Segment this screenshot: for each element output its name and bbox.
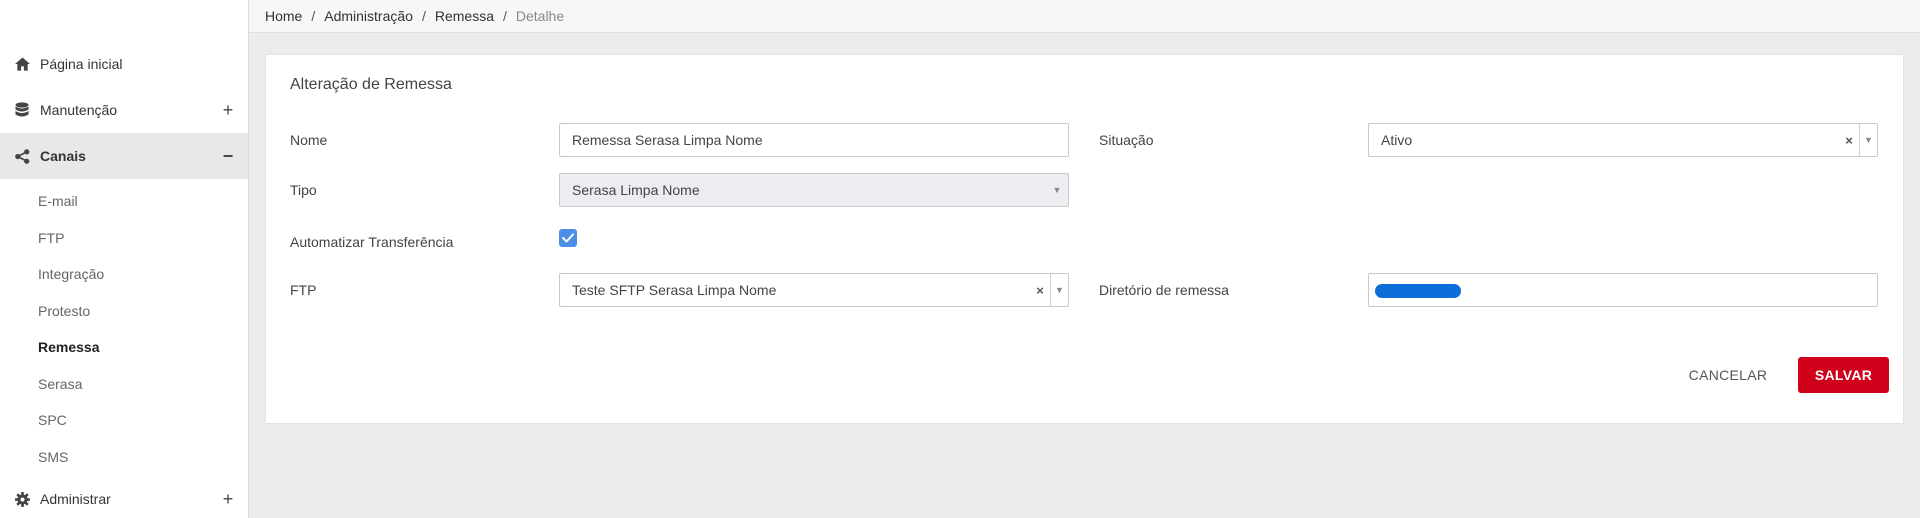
expand-toggle[interactable]: + [220,490,236,508]
breadcrumb-remessa[interactable]: Remessa [435,8,494,24]
checkmark-icon [562,233,574,243]
gear-icon [14,491,30,507]
chevron-down-icon[interactable]: ▼ [1050,274,1068,306]
tipo-selected-value: Serasa Limpa Nome [572,182,700,198]
canais-submenu: E-mail FTP Integração Protesto Remessa S… [0,179,248,475]
sidebar-subitem-remessa[interactable]: Remessa [0,329,248,366]
automatizar-label: Automatizar Transferência [290,234,454,250]
situacao-label: Situação [1099,132,1154,148]
database-icon [14,102,30,118]
breadcrumb-home[interactable]: Home [265,8,302,24]
expand-toggle[interactable]: + [220,101,236,119]
breadcrumb-separator: / [311,8,316,24]
sidebar-item-label: Página inicial [40,56,123,72]
nome-input[interactable] [560,124,1068,156]
page-title: Alteração de Remessa [290,76,452,93]
collapse-toggle[interactable]: − [220,147,236,165]
save-button[interactable]: SALVAR [1798,357,1889,393]
chevron-down-icon: ▼ [1052,185,1062,195]
breadcrumb-administracao[interactable]: Administração [324,8,413,24]
sidebar-subitem-email[interactable]: E-mail [0,183,248,220]
breadcrumb-separator: / [502,8,507,24]
sidebar-subitem-integracao[interactable]: Integração [0,256,248,293]
sidebar-subitem-protesto[interactable]: Protesto [0,293,248,330]
breadcrumb-current: Detalhe [515,8,565,24]
sidebar: Página inicial Manutenção + Canais − E-m… [0,0,249,518]
sidebar-subitem-serasa[interactable]: Serasa [0,366,248,403]
breadcrumb: Home / Administração / Remessa / Detalhe [249,0,1920,33]
sidebar-item-manutencao[interactable]: Manutenção + [0,87,248,133]
situacao-select[interactable]: Ativo × ▼ [1368,123,1878,157]
situacao-selected-value: Ativo [1381,132,1413,148]
cancel-button[interactable]: CANCELAR [1674,357,1782,393]
app-root: Página inicial Manutenção + Canais − E-m… [0,0,1920,518]
main-content: Home / Administração / Remessa / Detalhe… [249,0,1920,518]
sidebar-item-label: Canais [40,148,86,164]
sidebar-item-label: Manutenção [40,102,118,118]
remessa-form-card: Alteração de Remessa Nome Situação Ativo… [265,54,1904,424]
chevron-down-icon[interactable]: ▼ [1859,124,1877,156]
tipo-label: Tipo [290,182,317,198]
breadcrumb-separator: / [421,8,426,24]
sidebar-subitem-spc[interactable]: SPC [0,402,248,439]
clear-icon[interactable]: × [1030,283,1050,298]
diretorio-field-wrapper[interactable] [1368,273,1878,307]
nome-label: Nome [290,132,328,148]
sidebar-item-pagina-inicial[interactable]: Página inicial [0,41,248,87]
diretorio-label: Diretório de remessa [1099,282,1229,298]
redacted-value [1375,284,1461,298]
home-icon [14,56,30,72]
sidebar-subitem-ftp[interactable]: FTP [0,220,248,257]
share-icon [14,148,30,164]
sidebar-item-label: Administrar [40,491,111,507]
sidebar-subitem-sms[interactable]: SMS [0,439,248,476]
nome-field-wrapper [559,123,1069,157]
sidebar-item-administrar[interactable]: Administrar + [0,476,248,518]
sidebar-item-canais[interactable]: Canais − [0,133,248,179]
ftp-label: FTP [290,282,317,298]
tipo-select: Serasa Limpa Nome ▼ [559,173,1069,207]
ftp-selected-value: Teste SFTP Serasa Limpa Nome [572,282,777,298]
clear-icon[interactable]: × [1839,133,1859,148]
automatizar-checkbox[interactable] [559,229,577,247]
ftp-select[interactable]: Teste SFTP Serasa Limpa Nome × ▼ [559,273,1069,307]
